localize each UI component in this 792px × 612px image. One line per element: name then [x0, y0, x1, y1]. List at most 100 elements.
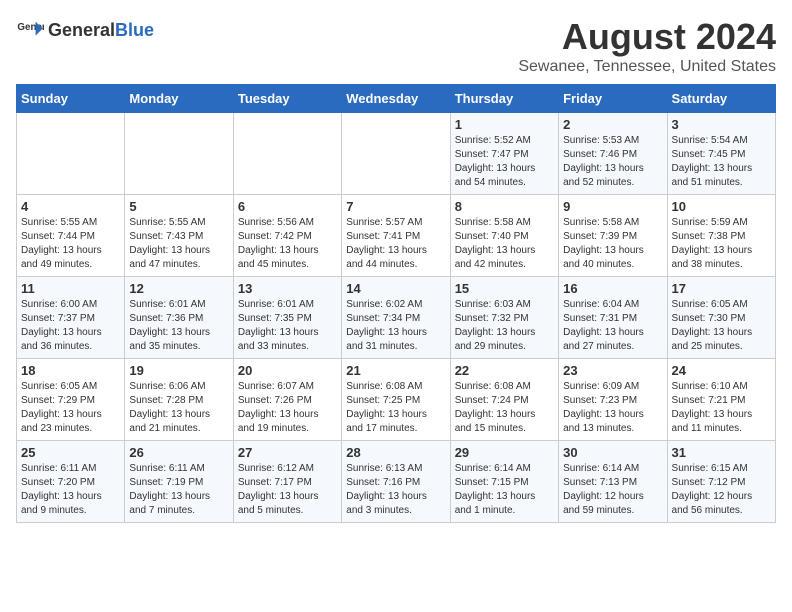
- cell-content: Sunrise: 6:09 AM Sunset: 7:23 PM Dayligh…: [563, 380, 662, 436]
- day-number: 18: [21, 363, 120, 378]
- calendar-cell: [342, 113, 450, 195]
- cell-content: Sunrise: 6:06 AM Sunset: 7:28 PM Dayligh…: [129, 380, 228, 436]
- cell-content: Sunrise: 5:59 AM Sunset: 7:38 PM Dayligh…: [672, 216, 771, 272]
- subtitle: Sewanee, Tennessee, United States: [518, 58, 776, 76]
- day-number: 27: [238, 445, 337, 460]
- day-header-monday: Monday: [125, 85, 233, 113]
- calendar-cell: 27 Sunrise: 6:12 AM Sunset: 7:17 PM Dayli…: [233, 441, 341, 523]
- calendar-cell: 20Sunrise: 6:07 AM Sunset: 7:26 PM Dayli…: [233, 359, 341, 441]
- day-header-saturday: Saturday: [667, 85, 775, 113]
- calendar-cell: 16 Sunrise: 6:04 AM Sunset: 7:31 PM Dayli…: [559, 277, 667, 359]
- cell-content: Sunrise: 6:13 AM Sunset: 7:16 PM Dayligh…: [346, 462, 445, 518]
- day-number: 6: [238, 199, 337, 214]
- calendar-cell: 21Sunrise: 6:08 AM Sunset: 7:25 PM Dayli…: [342, 359, 450, 441]
- calendar-cell: 1 Sunrise: 5:52 AM Sunset: 7:47 PM Daylig…: [450, 113, 558, 195]
- cell-content: Sunrise: 6:01 AM Sunset: 7:35 PM Dayligh…: [238, 298, 337, 354]
- day-number: 25: [21, 445, 120, 460]
- cell-content: Sunrise: 6:08 AM Sunset: 7:24 PM Dayligh…: [455, 380, 554, 436]
- calendar-cell: 18 Sunrise: 6:05 AM Sunset: 7:29 PM Dayli…: [17, 359, 125, 441]
- cell-content: Sunrise: 5:57 AM Sunset: 7:41 PM Dayligh…: [346, 216, 445, 272]
- calendar-cell: 15Sunrise: 6:03 AM Sunset: 7:32 PM Dayli…: [450, 277, 558, 359]
- calendar-cell: 10 Sunrise: 5:59 AM Sunset: 7:38 PM Dayli…: [667, 195, 775, 277]
- day-number: 28: [346, 445, 445, 460]
- week-row-1: 1 Sunrise: 5:52 AM Sunset: 7:47 PM Daylig…: [17, 113, 776, 195]
- main-title: August 2024: [518, 16, 776, 58]
- day-number: 4: [21, 199, 120, 214]
- cell-content: Sunrise: 6:14 AM Sunset: 7:13 PM Dayligh…: [563, 462, 662, 518]
- cell-content: Sunrise: 6:01 AM Sunset: 7:36 PM Dayligh…: [129, 298, 228, 354]
- calendar-cell: 3Sunrise: 5:54 AM Sunset: 7:45 PM Daylig…: [667, 113, 775, 195]
- cell-content: Sunrise: 6:12 AM Sunset: 7:17 PM Dayligh…: [238, 462, 337, 518]
- day-number: 26: [129, 445, 228, 460]
- day-header-thursday: Thursday: [450, 85, 558, 113]
- cell-content: Sunrise: 5:52 AM Sunset: 7:47 PM Dayligh…: [455, 134, 554, 190]
- day-number: 1: [455, 117, 554, 132]
- day-header-friday: Friday: [559, 85, 667, 113]
- calendar-cell: [125, 113, 233, 195]
- calendar-cell: 4 Sunrise: 5:55 AM Sunset: 7:44 PM Daylig…: [17, 195, 125, 277]
- day-number: 31: [672, 445, 771, 460]
- title-block: August 2024 Sewanee, Tennessee, United S…: [518, 16, 776, 76]
- header-row: SundayMondayTuesdayWednesdayThursdayFrid…: [17, 85, 776, 113]
- cell-content: Sunrise: 6:02 AM Sunset: 7:34 PM Dayligh…: [346, 298, 445, 354]
- logo-general-text: General: [48, 20, 115, 40]
- calendar-cell: 8 Sunrise: 5:58 AM Sunset: 7:40 PM Daylig…: [450, 195, 558, 277]
- day-number: 2: [563, 117, 662, 132]
- day-header-sunday: Sunday: [17, 85, 125, 113]
- calendar-cell: 23Sunrise: 6:09 AM Sunset: 7:23 PM Dayli…: [559, 359, 667, 441]
- calendar-cell: 19 Sunrise: 6:06 AM Sunset: 7:28 PM Dayli…: [125, 359, 233, 441]
- day-number: 17: [672, 281, 771, 296]
- day-header-wednesday: Wednesday: [342, 85, 450, 113]
- week-row-4: 18 Sunrise: 6:05 AM Sunset: 7:29 PM Dayli…: [17, 359, 776, 441]
- calendar-cell: 9Sunrise: 5:58 AM Sunset: 7:39 PM Daylig…: [559, 195, 667, 277]
- cell-content: Sunrise: 6:11 AM Sunset: 7:19 PM Dayligh…: [129, 462, 228, 518]
- day-number: 29: [455, 445, 554, 460]
- calendar-cell: [17, 113, 125, 195]
- cell-content: Sunrise: 6:15 AM Sunset: 7:12 PM Dayligh…: [672, 462, 771, 518]
- calendar-cell: 5 Sunrise: 5:55 AM Sunset: 7:43 PM Daylig…: [125, 195, 233, 277]
- day-number: 14: [346, 281, 445, 296]
- cell-content: Sunrise: 5:55 AM Sunset: 7:44 PM Dayligh…: [21, 216, 120, 272]
- day-number: 24: [672, 363, 771, 378]
- calendar-cell: 14 Sunrise: 6:02 AM Sunset: 7:34 PM Dayli…: [342, 277, 450, 359]
- calendar-cell: 22 Sunrise: 6:08 AM Sunset: 7:24 PM Dayli…: [450, 359, 558, 441]
- cell-content: Sunrise: 5:55 AM Sunset: 7:43 PM Dayligh…: [129, 216, 228, 272]
- day-number: 20: [238, 363, 337, 378]
- logo-icon: General: [16, 16, 44, 44]
- cell-content: Sunrise: 5:58 AM Sunset: 7:39 PM Dayligh…: [563, 216, 662, 272]
- cell-content: Sunrise: 6:14 AM Sunset: 7:15 PM Dayligh…: [455, 462, 554, 518]
- logo-blue-text: Blue: [115, 20, 154, 40]
- calendar-cell: 6 Sunrise: 5:56 AM Sunset: 7:42 PM Daylig…: [233, 195, 341, 277]
- cell-content: Sunrise: 6:05 AM Sunset: 7:29 PM Dayligh…: [21, 380, 120, 436]
- day-number: 8: [455, 199, 554, 214]
- day-number: 15: [455, 281, 554, 296]
- calendar-cell: 28 Sunrise: 6:13 AM Sunset: 7:16 PM Dayli…: [342, 441, 450, 523]
- cell-content: Sunrise: 5:56 AM Sunset: 7:42 PM Dayligh…: [238, 216, 337, 272]
- day-number: 11: [21, 281, 120, 296]
- cell-content: Sunrise: 6:04 AM Sunset: 7:31 PM Dayligh…: [563, 298, 662, 354]
- logo: General GeneralBlue: [16, 16, 154, 44]
- cell-content: Sunrise: 6:05 AM Sunset: 7:30 PM Dayligh…: [672, 298, 771, 354]
- calendar-cell: 7Sunrise: 5:57 AM Sunset: 7:41 PM Daylig…: [342, 195, 450, 277]
- day-number: 22: [455, 363, 554, 378]
- day-number: 30: [563, 445, 662, 460]
- cell-content: Sunrise: 6:08 AM Sunset: 7:25 PM Dayligh…: [346, 380, 445, 436]
- day-number: 16: [563, 281, 662, 296]
- cell-content: Sunrise: 5:58 AM Sunset: 7:40 PM Dayligh…: [455, 216, 554, 272]
- calendar-cell: 26 Sunrise: 6:11 AM Sunset: 7:19 PM Dayli…: [125, 441, 233, 523]
- day-number: 5: [129, 199, 228, 214]
- week-row-5: 25Sunrise: 6:11 AM Sunset: 7:20 PM Dayli…: [17, 441, 776, 523]
- cell-content: Sunrise: 5:54 AM Sunset: 7:45 PM Dayligh…: [672, 134, 771, 190]
- week-row-2: 4 Sunrise: 5:55 AM Sunset: 7:44 PM Daylig…: [17, 195, 776, 277]
- day-number: 10: [672, 199, 771, 214]
- page-header: General GeneralBlue August 2024 Sewanee,…: [16, 16, 776, 76]
- calendar-cell: 25Sunrise: 6:11 AM Sunset: 7:20 PM Dayli…: [17, 441, 125, 523]
- day-number: 13: [238, 281, 337, 296]
- calendar-cell: 29 Sunrise: 6:14 AM Sunset: 7:15 PM Dayli…: [450, 441, 558, 523]
- cell-content: Sunrise: 6:00 AM Sunset: 7:37 PM Dayligh…: [21, 298, 120, 354]
- calendar-cell: 30 Sunrise: 6:14 AM Sunset: 7:13 PM Dayli…: [559, 441, 667, 523]
- day-header-tuesday: Tuesday: [233, 85, 341, 113]
- cell-content: Sunrise: 5:53 AM Sunset: 7:46 PM Dayligh…: [563, 134, 662, 190]
- calendar-cell: 2 Sunrise: 5:53 AM Sunset: 7:46 PM Daylig…: [559, 113, 667, 195]
- day-number: 19: [129, 363, 228, 378]
